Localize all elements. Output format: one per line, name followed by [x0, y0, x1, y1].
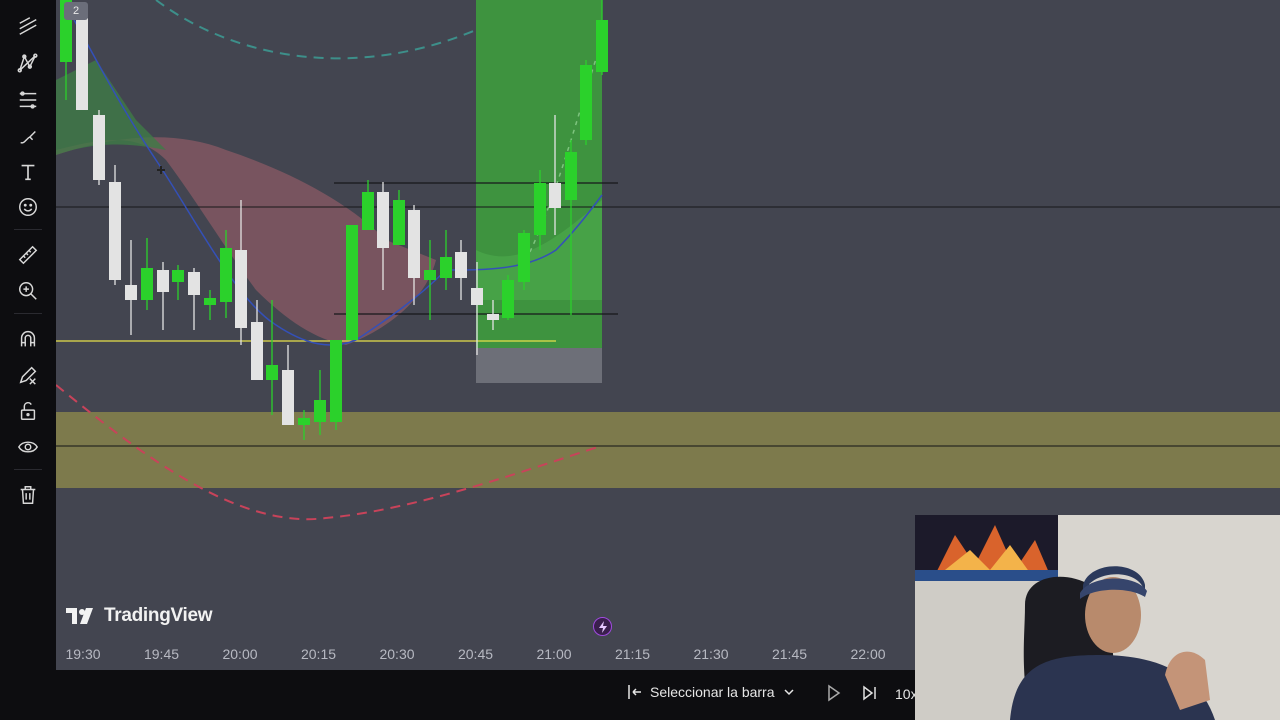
bear-candle	[408, 210, 420, 278]
bear-candle	[471, 288, 483, 305]
bull-candle	[393, 200, 405, 245]
toolbar-divider	[14, 229, 42, 230]
bear-candle	[235, 250, 247, 328]
bear-candle	[455, 252, 467, 278]
bull-candle	[596, 20, 608, 72]
envelope-upper	[155, 0, 477, 60]
bull-candle	[440, 257, 452, 278]
bear-candle	[76, 18, 88, 110]
bear-candle	[282, 370, 294, 425]
lock-icon[interactable]	[12, 395, 44, 427]
time-tick: 21:45	[771, 646, 808, 662]
time-tick: 21:00	[536, 646, 572, 662]
tv-logo-icon	[66, 608, 93, 624]
bull-candle	[220, 248, 232, 302]
support-zone	[56, 412, 1280, 488]
bear-candle	[93, 115, 105, 180]
bear-candle	[188, 272, 200, 295]
pane-counter-badge[interactable]: 2	[64, 2, 88, 20]
bull-candle	[314, 400, 326, 422]
bear-candle	[251, 322, 263, 380]
magnet-icon[interactable]	[12, 323, 44, 355]
text-icon[interactable]	[12, 156, 44, 188]
play-button[interactable]	[827, 684, 841, 707]
bull-candle	[534, 183, 546, 235]
brush-icon[interactable]	[12, 121, 44, 153]
time-tick: 21:30	[693, 646, 729, 662]
bull-candle	[266, 365, 278, 380]
bear-candle	[157, 270, 169, 292]
time-tick: 19:30	[65, 646, 101, 662]
bull-candle	[346, 225, 358, 340]
bull-candle	[580, 65, 592, 140]
time-tick: 20:15	[300, 646, 337, 662]
ruler-icon[interactable]	[12, 239, 44, 271]
drawing-toolbar	[0, 0, 56, 720]
toolbar-divider	[14, 313, 42, 314]
step-forward-icon	[863, 685, 876, 701]
fib-retracement-icon[interactable]	[12, 84, 44, 116]
stay-in-drawing-icon[interactable]	[12, 359, 44, 391]
zoom-in-icon[interactable]	[12, 275, 44, 307]
lightning-icon[interactable]	[593, 617, 612, 636]
toolbar-divider	[14, 469, 42, 470]
play-icon	[828, 684, 841, 702]
select-bar-label: Seleccionar la barra	[650, 684, 775, 700]
pattern-icon[interactable]	[12, 47, 44, 79]
bear-candle	[109, 182, 121, 280]
webcam-image	[915, 515, 1280, 720]
time-tick: 22:00	[850, 646, 886, 662]
time-tick: 20:30	[379, 646, 415, 662]
select-bar-icon	[628, 685, 641, 699]
time-tick: 21:15	[614, 646, 651, 662]
eye-icon[interactable]	[12, 431, 44, 463]
bear-candle	[125, 285, 137, 300]
bull-candle	[362, 192, 374, 230]
time-tick: 19:45	[143, 646, 180, 662]
select-bar-button[interactable]: Seleccionar la barra	[626, 684, 795, 700]
ma-cloud-bull-left	[56, 60, 166, 155]
bear-candle	[549, 183, 561, 208]
brand-name: TradingView	[104, 605, 213, 626]
time-tick: 20:00	[222, 646, 258, 662]
trash-icon[interactable]	[12, 479, 44, 511]
bear-candle	[487, 314, 499, 320]
long-position-stop	[476, 348, 602, 383]
emoji-icon[interactable]	[12, 191, 44, 223]
bear-candle	[377, 192, 389, 248]
forward-button[interactable]	[862, 684, 878, 707]
bull-candle	[518, 233, 530, 282]
tradingview-logo: TradingView	[66, 605, 213, 627]
bull-candle	[172, 270, 184, 282]
trend-lines-icon[interactable]	[12, 10, 44, 42]
bull-candle	[565, 152, 577, 200]
bull-candle	[298, 418, 310, 425]
presenter-webcam	[915, 515, 1280, 720]
bull-candle	[204, 298, 216, 305]
time-tick: 20:45	[457, 646, 494, 662]
bull-candle	[502, 280, 514, 318]
bull-candle	[141, 268, 153, 300]
chevron-down-icon	[783, 689, 794, 696]
bull-candle	[424, 270, 436, 280]
bull-candle	[330, 340, 342, 422]
